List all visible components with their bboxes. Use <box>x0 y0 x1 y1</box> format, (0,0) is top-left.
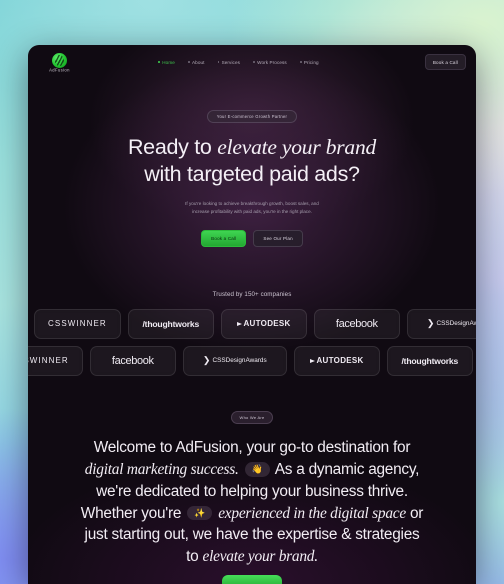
who-line-5: just starting out, we have the expertise… <box>84 526 420 544</box>
nav-link-label: Work Process <box>257 59 287 65</box>
logo-chip-facebook[interactable]: facebook <box>313 308 400 339</box>
nav-link-home[interactable]: Home <box>158 60 175 65</box>
nav-link-about[interactable]: About <box>187 59 205 65</box>
logo-marquee: CSSWINNER /thoughtworks AUTODESK faceboo… <box>28 308 476 376</box>
hero-subtitle-line-1: If you're looking to achieve breakthroug… <box>185 200 319 206</box>
logo-chip-cssdesignawards[interactable]: ❯ CSSDesignAwards <box>182 345 287 376</box>
cda-mark-icon: ❯ <box>202 355 211 366</box>
hero-cta-group: Book a Call See Our Plan <box>28 229 476 247</box>
logo-chip-csswinner[interactable]: CSSWINNER <box>28 345 83 376</box>
logo-label: CSSDesignAwards <box>212 357 267 365</box>
hero-see-our-plan-button[interactable]: See Our Plan <box>253 229 303 247</box>
logo-label: AUTODESK <box>316 356 364 366</box>
sparkle-emoji-icon: ✨ <box>187 505 213 521</box>
bullet-icon <box>253 61 255 63</box>
site-header: AdFusion Home About Services Work Proces… <box>28 45 476 79</box>
who-emphasis-digital-marketing: digital marketing success. <box>84 460 239 478</box>
hero-badge: Your E-commerce Growth Partner <box>206 109 298 124</box>
hero-headline-emphasis: elevate your brand <box>217 135 377 160</box>
logo-label: /thoughtworks <box>142 318 200 329</box>
nav-link-label: Services <box>221 59 241 65</box>
bullet-icon <box>158 61 160 63</box>
leaf-logo-icon <box>51 52 67 68</box>
logo-chip-autodesk[interactable]: AUTODESK <box>220 308 307 339</box>
logo-marquee-row-1: CSSWINNER /thoughtworks AUTODESK faceboo… <box>34 308 476 339</box>
hero-section: Your E-commerce Growth Partner Ready to … <box>28 79 476 247</box>
primary-navigation: Home About Services Work Process Pricing <box>158 59 319 65</box>
who-line-2-text: As a dynamic agency, <box>274 460 420 478</box>
who-line-6-text: to <box>186 548 199 566</box>
who-we-are-copy: Welcome to AdFusion, your go-to destinat… <box>44 437 460 568</box>
who-line-4-text: Whether you're <box>80 504 182 522</box>
nav-link-pricing[interactable]: Pricing <box>299 59 319 65</box>
hero-headline-line-1: Ready to elevate your brand <box>28 134 476 161</box>
bullet-icon <box>187 61 190 63</box>
logo-label: AUTODESK <box>243 319 291 329</box>
wave-emoji-icon: 👋 <box>244 461 270 477</box>
logo-label: CSSDesignAwards <box>436 320 476 328</box>
who-line-1: Welcome to AdFusion, your go-to destinat… <box>93 438 411 456</box>
who-line-2: digital marketing success. 👋 As a dynami… <box>44 459 460 481</box>
hero-headline-line-2: with targeted paid ads? <box>144 162 360 187</box>
trusted-heading: Trusted by 150+ companies <box>212 290 292 298</box>
logo-chip-facebook[interactable]: facebook <box>89 345 176 376</box>
hero-book-a-call-button[interactable]: Book a Call <box>201 229 247 247</box>
hero-subtitle: If you're looking to achieve breakthroug… <box>28 200 476 217</box>
who-emphasis-elevate: elevate your brand. <box>202 548 319 566</box>
logo-label: CSSWINNER <box>28 356 69 366</box>
nav-link-label: Pricing <box>303 59 319 65</box>
who-line-3: we're dedicated to helping your business… <box>96 482 408 500</box>
hero-headline-text: Ready to <box>127 135 218 160</box>
logo-marquee-row-2: CSSWINNER facebook ❯ CSSDesignAwards AUT… <box>28 345 476 376</box>
nav-link-services[interactable]: Services <box>217 59 241 65</box>
bullet-icon <box>217 61 220 63</box>
brand-logo[interactable]: AdFusion <box>42 52 76 73</box>
logo-label: /thoughtworks <box>401 355 459 366</box>
hero-subtitle-line-2: increase profitability with paid ads, yo… <box>192 209 312 215</box>
header-book-a-call-button[interactable]: Book a Call <box>424 54 466 70</box>
hero-headline: Ready to elevate your brand with targete… <box>28 134 476 188</box>
who-we-are-section: Who We Are Welcome to AdFusion, your go-… <box>28 406 476 568</box>
website-preview-card: AdFusion Home About Services Work Proces… <box>28 45 476 584</box>
logo-chip-thoughtworks[interactable]: /thoughtworks <box>127 308 214 339</box>
autodesk-mark-icon <box>236 321 242 326</box>
nav-link-label: About <box>192 59 205 65</box>
bottom-green-button[interactable] <box>222 575 282 584</box>
logo-chip-thoughtworks[interactable]: /thoughtworks <box>386 345 473 376</box>
logo-chip-autodesk[interactable]: AUTODESK <box>293 345 380 376</box>
logo-chip-csswinner[interactable]: CSSWINNER <box>34 308 121 339</box>
who-line-4: Whether you're ✨ experienced in the digi… <box>44 503 460 525</box>
nav-link-label: Home <box>162 59 175 65</box>
who-we-are-badge: Who We Are <box>230 410 274 424</box>
who-line-4-tail: or <box>410 504 424 522</box>
logo-label: CSSWINNER <box>48 319 107 329</box>
logo-label: facebook <box>335 317 378 330</box>
who-emphasis-experienced: experienced in the digital space <box>218 504 406 522</box>
logo-chip-cssdesignawards[interactable]: ❯ CSSDesignAwards <box>406 308 476 339</box>
autodesk-mark-icon <box>309 358 315 363</box>
cda-mark-icon: ❯ <box>426 318 435 329</box>
nav-link-work-process[interactable]: Work Process <box>253 60 287 65</box>
bullet-icon <box>299 61 302 63</box>
logo-label: facebook <box>111 354 154 367</box>
who-line-6: to elevate your brand. <box>44 546 460 568</box>
brand-name: AdFusion <box>48 67 70 73</box>
